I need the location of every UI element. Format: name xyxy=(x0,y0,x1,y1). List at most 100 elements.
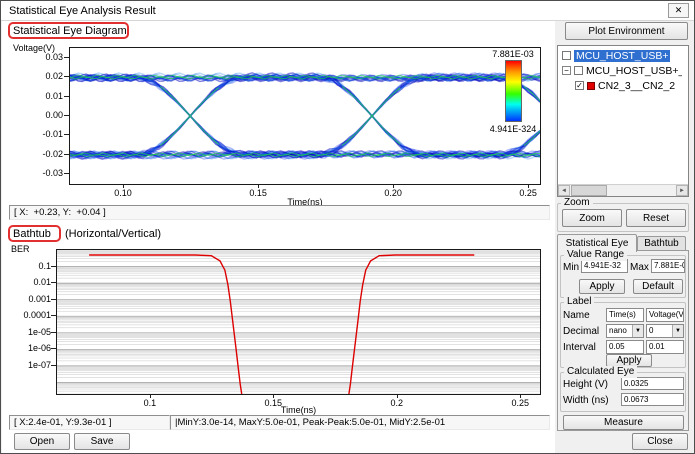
decimal-label: Decimal xyxy=(563,326,600,337)
dropdown-arrow-icon[interactable]: ▼ xyxy=(632,325,643,337)
eye-width-label: Width (ns) xyxy=(563,395,609,406)
collapse-icon[interactable]: − xyxy=(562,66,571,75)
interval-time-field[interactable]: 0.05 xyxy=(606,340,644,354)
bathtub-x-tick xyxy=(149,395,151,398)
bathtub-x-axis-title: Time(ns) xyxy=(280,405,317,415)
eye-y-tick-label: 0.00 xyxy=(45,110,63,120)
checkbox-checked-icon[interactable]: ✓ xyxy=(575,81,584,90)
eye-x-tick xyxy=(528,185,530,188)
window-close-button[interactable]: ✕ xyxy=(668,3,689,18)
value-range-default-button[interactable]: Default xyxy=(633,279,683,294)
eye-x-tick-label: 0.10 xyxy=(114,188,132,198)
bathtub-plot[interactable] xyxy=(56,249,541,395)
measure-button[interactable]: Measure xyxy=(563,415,684,430)
title-bar: Statistical Eye Analysis Result ✕ xyxy=(1,1,694,21)
tree-item-root[interactable]: MCU_HOST_USB+ xyxy=(562,49,671,62)
eye-x-tick-label: 0.25 xyxy=(519,188,537,198)
statistical-eye-analysis-window: Statistical Eye Analysis Result ✕ Statis… xyxy=(0,0,695,454)
open-button[interactable]: Open xyxy=(14,433,70,450)
eye-y-tick-label: 0.02 xyxy=(45,71,63,82)
bathtub-x-tick xyxy=(273,395,275,398)
bathtub-section-label: Bathtub xyxy=(13,228,51,240)
eye-x-tick xyxy=(393,185,395,188)
value-range-apply-button[interactable]: Apply xyxy=(579,279,625,294)
scroll-right-icon[interactable]: ► xyxy=(676,185,688,196)
tree-horizontal-scrollbar[interactable]: ◄ ► xyxy=(558,184,688,196)
plot-tree: MCU_HOST_USB+ − MCU_HOST_USB+__MCU_HO ✓ … xyxy=(557,45,689,197)
decimal-time-value: nano xyxy=(609,326,627,335)
eye-diagram-plot[interactable] xyxy=(69,47,541,185)
max-value-field[interactable]: 7.881E-03 xyxy=(651,259,685,273)
max-label: Max xyxy=(630,262,649,273)
bathtub-section-sublabel: (Horizontal/Vertical) xyxy=(65,228,161,240)
bathtub-cursor-status: [ X:2.4e-01, Y:9.3e-01 ] xyxy=(9,415,170,430)
decimal-voltage-dropdown[interactable]: 0 ▼ xyxy=(646,324,684,338)
eye-height-value: 0.0325 xyxy=(621,377,684,390)
name-label: Name xyxy=(563,310,590,321)
zoom-button[interactable]: Zoom xyxy=(562,209,622,227)
decimal-time-dropdown[interactable]: nano ▼ xyxy=(606,324,644,338)
eye-x-tick-label: 0.15 xyxy=(249,188,267,198)
bathtub-y-tick xyxy=(51,282,56,284)
bathtub-y-tick-label: 1e-07 xyxy=(27,359,51,370)
eye-x-tick xyxy=(123,185,125,188)
eye-x-tick-label: 0.20 xyxy=(384,188,402,198)
value-range-label: Value Range xyxy=(564,249,628,261)
eye-y-tick-label: -0.01 xyxy=(42,129,63,140)
eye-y-tick xyxy=(64,134,69,136)
eye-y-tick xyxy=(64,153,69,155)
dropdown-arrow-icon[interactable]: ▼ xyxy=(672,325,683,337)
name-time-field[interactable]: Time(s) xyxy=(606,308,644,322)
colorbar xyxy=(505,60,522,122)
bathtub-y-tick-label: 1e-05 xyxy=(27,326,51,337)
tree-item-leaf[interactable]: ✓ CN2_3__CN2_2 xyxy=(575,79,675,92)
colorbar-max-label: 7.881E-03 xyxy=(492,49,534,59)
bathtub-y-tick xyxy=(51,331,56,333)
label-group-label: Label xyxy=(564,296,595,308)
decimal-voltage-value: 0 xyxy=(649,326,654,335)
checkbox-unchecked-icon[interactable] xyxy=(574,66,583,75)
window-title: Statistical Eye Analysis Result xyxy=(9,5,156,17)
eye-y-tick-label: -0.03 xyxy=(42,168,63,179)
reset-button[interactable]: Reset xyxy=(626,209,686,227)
checkbox-unchecked-icon[interactable] xyxy=(562,51,571,60)
bathtub-y-tick xyxy=(51,298,56,300)
bathtub-x-tick-label: 0.25 xyxy=(511,398,529,408)
interval-voltage-field[interactable]: 0.01 xyxy=(646,340,684,354)
bathtub-x-tick-label: 0.2 xyxy=(390,398,404,408)
eye-cursor-status: [ X: +0.23, Y: +0.04 ] xyxy=(9,205,550,220)
bathtub-y-tick xyxy=(51,315,56,317)
bathtub-y-tick xyxy=(51,364,56,366)
eye-y-tick xyxy=(64,173,69,175)
bathtub-stats-status: |MinY:3.0e-14, MaxY:5.0e-01, Peak-Peak:5… xyxy=(170,415,550,430)
plot-environment-button[interactable]: Plot Environment xyxy=(565,22,688,40)
eye-width-value: 0.0673 xyxy=(621,393,684,406)
bathtub-y-tick xyxy=(51,348,56,350)
interval-label: Interval xyxy=(563,342,596,353)
zoom-group-label: Zoom xyxy=(561,197,593,209)
close-button[interactable]: Close xyxy=(632,433,688,450)
min-value-field[interactable]: 4.941E-32 xyxy=(581,259,628,273)
tree-item-child[interactable]: − MCU_HOST_USB+__MCU_HO xyxy=(562,64,682,77)
eye-y-tick-label: 0.03 xyxy=(45,51,63,62)
tree-item-leaf-label[interactable]: CN2_3__CN2_2 xyxy=(598,80,675,92)
colorbar-min-label: 4.941E-324 xyxy=(489,124,537,134)
name-voltage-field[interactable]: Voltage(V) xyxy=(646,308,684,322)
tab-bathtub[interactable]: Bathtub xyxy=(637,236,686,250)
calculated-eye-label: Calculated Eye xyxy=(564,366,638,378)
bathtub-x-tick xyxy=(520,395,522,398)
bathtub-y-tick-label: 0.0001 xyxy=(23,310,51,321)
bathtub-y-tick-label: 1e-06 xyxy=(27,343,51,354)
bathtub-y-tick-label: 0.01 xyxy=(33,277,51,288)
bathtub-x-tick xyxy=(396,395,398,398)
tree-item-child-label[interactable]: MCU_HOST_USB+__MCU_HO xyxy=(586,65,682,77)
min-label: Min xyxy=(563,262,580,273)
bathtub-x-tick-label: 0.15 xyxy=(264,398,283,408)
eye-y-tick xyxy=(64,76,69,78)
scrollbar-thumb[interactable] xyxy=(571,185,607,196)
eye-y-tick-label: 0.01 xyxy=(45,90,63,101)
bathtub-y-tick-label: 0.001 xyxy=(28,293,51,304)
save-button[interactable]: Save xyxy=(74,433,130,450)
tree-item-root-label[interactable]: MCU_HOST_USB+ xyxy=(574,49,671,62)
scroll-left-icon[interactable]: ◄ xyxy=(558,185,570,196)
